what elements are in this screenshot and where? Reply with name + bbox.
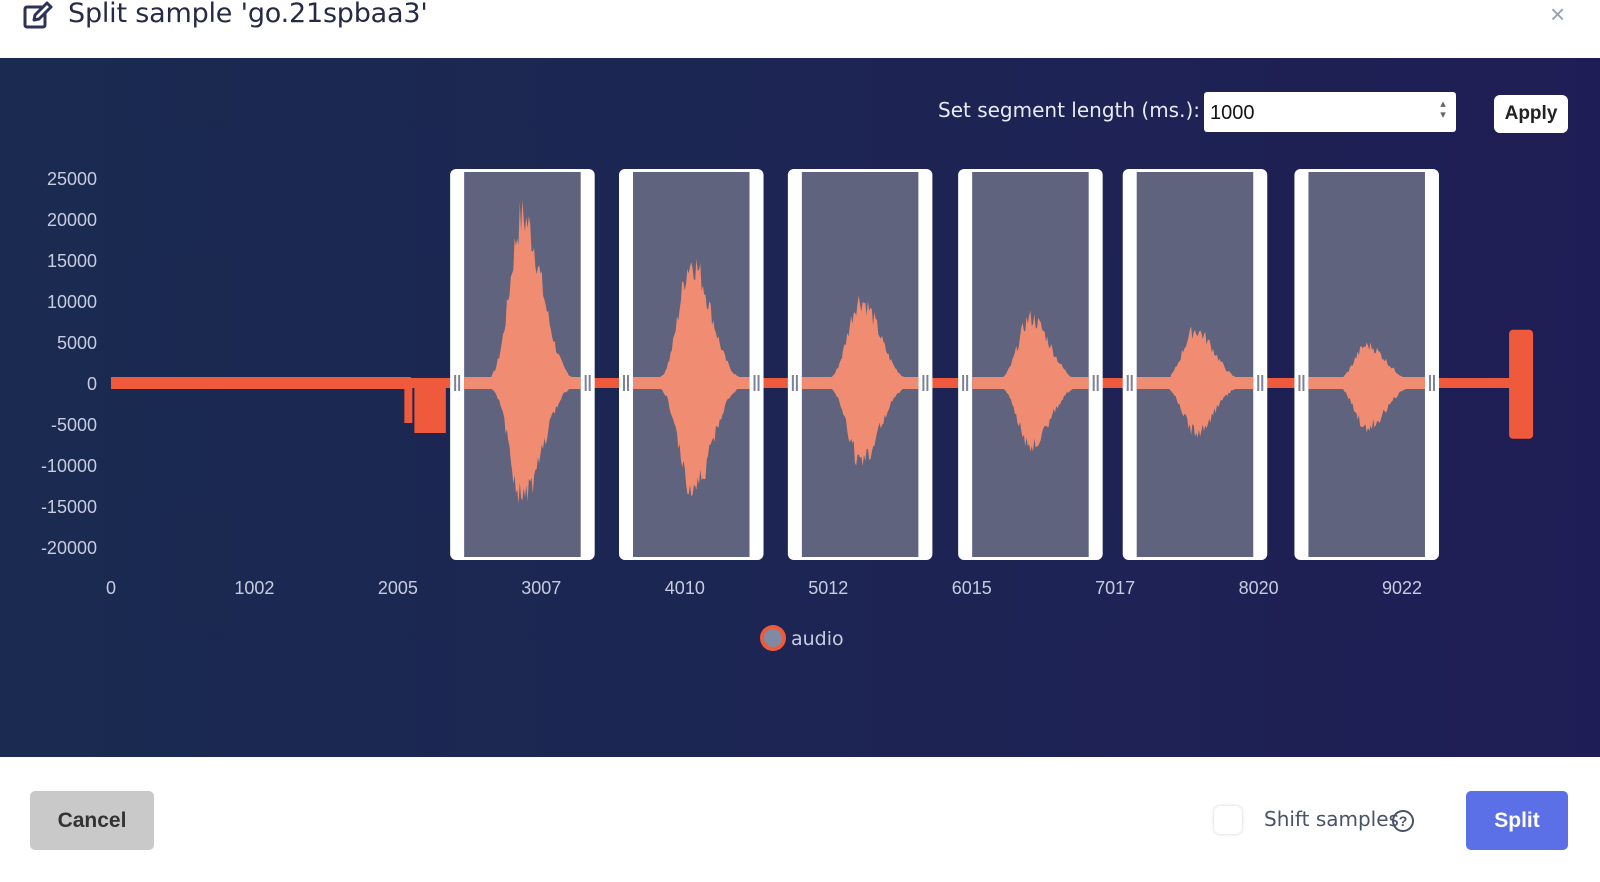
x-tick-label: 2005 — [378, 578, 418, 598]
legend-marker-inner — [764, 629, 782, 647]
segment-handle-icon — [623, 375, 626, 391]
segment-handle-icon — [1092, 375, 1095, 391]
y-tick-label: -10000 — [41, 456, 97, 476]
legend-label: audio — [791, 628, 844, 650]
segment-handle-icon — [1096, 375, 1099, 391]
x-tick-label: 9022 — [1382, 578, 1422, 598]
segment-handle-icon — [1257, 375, 1260, 391]
y-tick-label: -5000 — [51, 415, 97, 435]
waveform-end-burst — [1509, 329, 1534, 439]
y-tick-label: 15000 — [47, 251, 97, 271]
y-tick-label: -15000 — [41, 497, 97, 517]
dialog-header: Split sample 'go.21spbaa3' × — [0, 0, 1600, 58]
cancel-button[interactable]: Cancel — [30, 791, 154, 850]
waveform-baseline — [111, 377, 411, 389]
segment-handle-icon — [962, 375, 965, 391]
x-tick-label: 5012 — [808, 578, 848, 598]
x-tick-label: 6015 — [952, 578, 992, 598]
split-button[interactable]: Split — [1466, 791, 1568, 850]
waveform-chart: 25000 20000 15000 10000 5000 0 -5000 -10000 -150… — [41, 169, 1534, 651]
help-icon[interactable]: ? — [1392, 810, 1414, 832]
y-tick-label: -20000 — [41, 538, 97, 558]
segment-handle-icon — [454, 375, 457, 391]
x-tick-label: 8020 — [1239, 578, 1279, 598]
close-icon[interactable]: × — [1550, 1, 1565, 27]
segment-handle-icon — [966, 375, 969, 391]
shift-samples-checkbox[interactable] — [1214, 806, 1242, 834]
edit-icon — [23, 1, 53, 29]
segment-handle-icon — [584, 375, 587, 391]
y-tick-label: 0 — [87, 374, 97, 394]
y-tick-label: 5000 — [57, 333, 97, 353]
segment-handle-icon — [922, 375, 925, 391]
segment-handle-icon — [1261, 375, 1264, 391]
segment-handle-icon — [588, 375, 591, 391]
segment-handle-icon — [1302, 375, 1305, 391]
x-tick-label: 1002 — [234, 578, 274, 598]
segment-handle-icon — [795, 375, 798, 391]
y-tick-label: 10000 — [47, 292, 97, 312]
shift-samples-label: Shift samples — [1264, 807, 1399, 831]
x-tick-label: 3007 — [521, 578, 561, 598]
segment-handle-icon — [1126, 375, 1129, 391]
segment-handle-icon — [791, 375, 794, 391]
segment-handle-icon — [627, 375, 630, 391]
y-tick-label: 20000 — [47, 210, 97, 230]
segment-handle-icon — [757, 375, 760, 391]
x-tick-label: 0 — [106, 578, 116, 598]
segment-handle-icon — [458, 375, 461, 391]
waveform-dip — [414, 379, 446, 433]
y-tick-label: 25000 — [47, 169, 97, 189]
segment-handle-icon — [1298, 375, 1301, 391]
x-tick-label: 7017 — [1095, 578, 1135, 598]
segment-handle-icon — [1432, 375, 1435, 391]
segment-handle-icon — [926, 375, 929, 391]
segment-handle-icon — [1428, 375, 1431, 391]
dialog-title: Split sample 'go.21spbaa3' — [68, 0, 428, 29]
waveform-dip — [404, 379, 413, 423]
x-tick-label: 4010 — [665, 578, 705, 598]
segment-handle-icon — [753, 375, 756, 391]
segment-handle-icon — [1130, 375, 1133, 391]
